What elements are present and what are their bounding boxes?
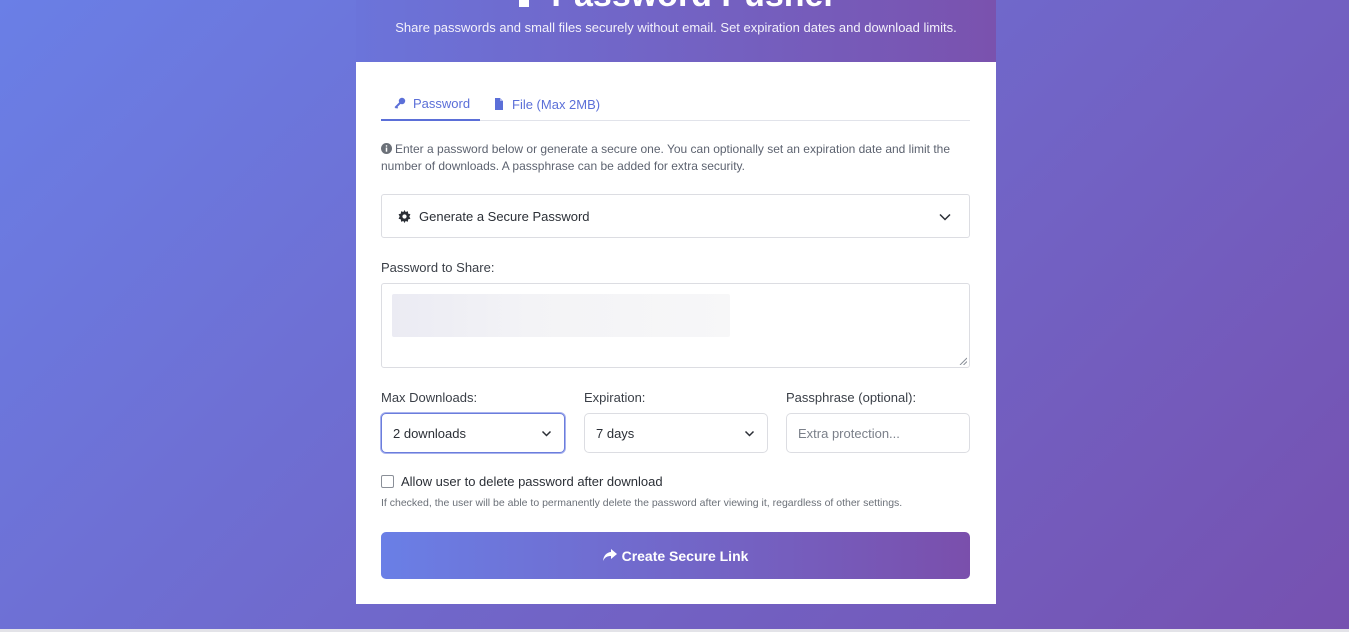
share-icon bbox=[602, 549, 617, 561]
generate-password-accordion[interactable]: Generate a Secure Password bbox=[381, 194, 970, 238]
allow-delete-checkbox[interactable] bbox=[381, 475, 394, 488]
password-textarea[interactable] bbox=[381, 283, 970, 368]
allow-delete-help-text: If checked, the user will be able to per… bbox=[381, 497, 903, 509]
max-downloads-label: Max Downloads: bbox=[381, 390, 478, 405]
max-downloads-value: 2 downloads bbox=[393, 425, 466, 441]
tab-file[interactable]: File (Max 2MB) bbox=[493, 87, 600, 121]
create-secure-link-button[interactable]: Create Secure Link bbox=[381, 532, 970, 579]
tab-file-label: File (Max 2MB) bbox=[512, 96, 601, 112]
tab-password[interactable]: Password bbox=[381, 87, 480, 121]
generate-password-label: Generate a Secure Password bbox=[419, 208, 590, 224]
key-icon bbox=[394, 97, 406, 109]
card-header: Password Pusher Share passwords and smal… bbox=[356, 0, 996, 62]
page-title-text: Password Pusher bbox=[551, 0, 836, 15]
passphrase-input[interactable] bbox=[786, 413, 970, 453]
info-text: Enter a password below or generate a sec… bbox=[381, 141, 973, 175]
page-subtitle: Share passwords and small files securely… bbox=[395, 20, 957, 35]
allow-delete-label[interactable]: Allow user to delete password after down… bbox=[401, 474, 663, 489]
chevron-down-icon bbox=[541, 430, 552, 437]
chevron-down-icon bbox=[744, 430, 755, 437]
key-icon bbox=[519, 0, 530, 7]
tab-password-label: Password bbox=[413, 95, 471, 111]
chevron-down-icon bbox=[939, 213, 951, 221]
gear-icon bbox=[398, 209, 411, 223]
page-title: Password Pusher bbox=[356, 0, 996, 15]
info-text-content: Enter a password below or generate a sec… bbox=[381, 142, 951, 173]
allow-delete-row: Allow user to delete password after down… bbox=[381, 474, 663, 489]
file-icon bbox=[495, 98, 503, 110]
create-secure-link-label: Create Secure Link bbox=[621, 547, 749, 564]
max-downloads-select[interactable]: 2 downloads bbox=[381, 413, 565, 453]
password-field-label: Password to Share: bbox=[381, 260, 495, 275]
password-pusher-card: Password Pusher Share passwords and smal… bbox=[356, 0, 996, 604]
info-icon bbox=[381, 143, 392, 154]
expiration-select[interactable]: 7 days bbox=[584, 413, 768, 453]
expiration-value: 7 days bbox=[596, 425, 635, 441]
resize-grip-icon[interactable] bbox=[959, 357, 967, 365]
tab-bar: Password File (Max 2MB) bbox=[381, 87, 970, 121]
expiration-label: Expiration: bbox=[584, 390, 646, 405]
password-value-blurred bbox=[392, 294, 730, 337]
passphrase-label: Passphrase (optional): bbox=[786, 390, 917, 405]
